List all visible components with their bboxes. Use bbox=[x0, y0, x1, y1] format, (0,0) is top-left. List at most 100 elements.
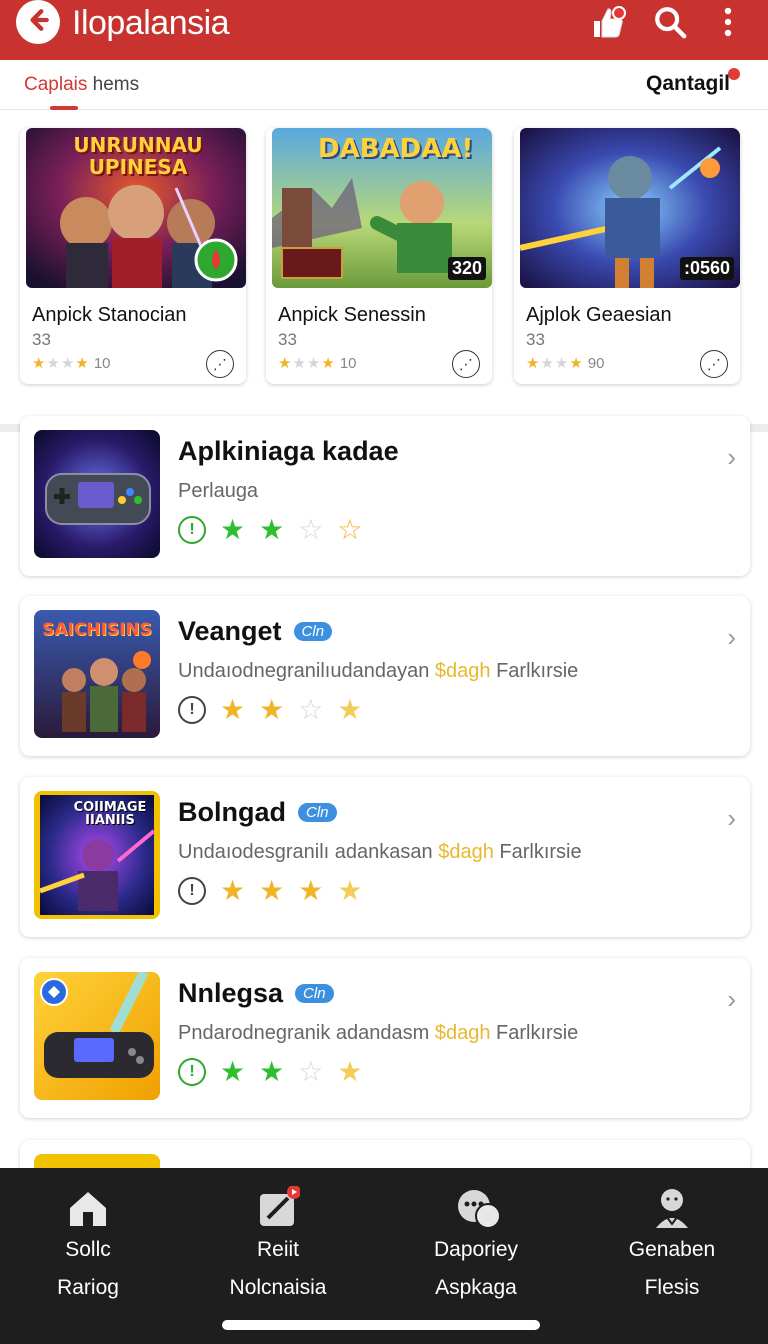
desc-tail: Farlkırsie bbox=[496, 1022, 579, 1044]
featured-action-button[interactable]: ⋰ bbox=[206, 350, 234, 378]
list-item-rating-row: ! ★ ★ ★ ★ bbox=[178, 877, 362, 905]
list-item-description: Perlauga bbox=[178, 480, 259, 502]
list-item-title: Bolngad bbox=[178, 797, 286, 827]
featured-rating: ★ ★ ★ ★ 10 bbox=[278, 354, 357, 373]
home-indicator[interactable] bbox=[222, 1320, 540, 1330]
chevron-right-icon: › bbox=[727, 622, 736, 652]
list-item-thumbnail: COIIMAGE IIANIIS bbox=[34, 791, 160, 919]
list-item-title-row: Aplkiniaga kadae bbox=[178, 436, 399, 467]
list-item[interactable]: SAICHISINS Veanget Cln Undaıodnegranilıu… bbox=[20, 596, 750, 756]
featured-rating-value: 90 bbox=[587, 354, 605, 372]
nav-sublabel: Nolcnaisia bbox=[229, 1276, 327, 1299]
list-item[interactable]: COIIMAGE IIANIIS Bolngad Cln Undaıodesgr… bbox=[20, 777, 750, 937]
list-item-title: Aplkiniaga kadae bbox=[178, 436, 399, 466]
featured-section: UNRUNNAU UPINESA Anpick Stanocian 33 ★ ★ ★… bbox=[0, 110, 768, 430]
tab-active-label-part2: hems bbox=[87, 74, 140, 95]
arrow-left-icon bbox=[25, 7, 51, 38]
featured-thumb-badge: 320 bbox=[447, 257, 486, 280]
nav-label: Reiit bbox=[256, 1238, 299, 1261]
featured-subtitle: 33 bbox=[32, 330, 51, 349]
star-icon: ★ bbox=[32, 355, 46, 372]
list-item-description: Pndarodnegranik adandasm $dagh Farlkırsi… bbox=[178, 1022, 578, 1045]
list-item[interactable]: Aplkiniaga kadae Perlauga ! ★ ★ ☆ ☆ › bbox=[20, 416, 750, 576]
desc-price: $dagh bbox=[434, 660, 491, 682]
featured-thumbnail: DABADAA! 320 bbox=[272, 128, 492, 288]
list-item-title: Nnlegsa bbox=[178, 978, 284, 1008]
info-icon[interactable]: ! bbox=[178, 1058, 206, 1086]
star-icon: ★ bbox=[554, 355, 569, 372]
featured-thumb-text: DABADAA! bbox=[318, 134, 474, 164]
search-button[interactable] bbox=[650, 4, 690, 44]
star-icon: ★ bbox=[540, 355, 554, 372]
list-item-rating-row: ! ★ ★ ☆ ★ bbox=[178, 696, 362, 724]
featured-subtitle: 33 bbox=[526, 330, 545, 349]
list-item-title: Veanget bbox=[178, 616, 282, 646]
featured-thumb-text: UNRUNNAU UPINESA bbox=[73, 133, 203, 179]
tab-active[interactable]: Caplais hems bbox=[24, 74, 139, 96]
list-item-thumbnail bbox=[34, 972, 160, 1100]
chevron-right-icon: › bbox=[727, 803, 736, 833]
star-icon: ★ bbox=[259, 875, 285, 906]
list-item-rating-row: ! ★ ★ ☆ ★ bbox=[178, 1058, 362, 1086]
featured-rating: ★ ★ ★ ★ 10 bbox=[32, 354, 111, 373]
star-icon: ★ bbox=[569, 355, 583, 372]
desc-text: Undaıodnegranilıudandayan bbox=[178, 660, 430, 682]
list-item-rating-row: ! ★ ★ ☆ ☆ bbox=[178, 516, 362, 544]
bottom-navigation: Sollc Rariog Reiit Nolcnaisia Daporiey A… bbox=[0, 1168, 768, 1344]
edit-notification-icon bbox=[256, 1185, 301, 1230]
list-item-badge: Cln bbox=[295, 984, 334, 1003]
back-button[interactable] bbox=[16, 0, 60, 44]
desc-price: $dagh bbox=[438, 841, 494, 863]
notifications-button[interactable] bbox=[588, 4, 628, 44]
tab-bar: Caplais hems Qantagil bbox=[0, 60, 768, 110]
star-icon: ★ bbox=[337, 694, 363, 725]
featured-card[interactable]: :0560 Ajplok Geaesian 33 ★ ★ ★ ★ 90 ⋰ bbox=[514, 128, 740, 384]
info-icon[interactable]: ! bbox=[178, 696, 206, 724]
desc-tail: Farlkırsie bbox=[499, 841, 582, 863]
chevron-right-icon: › bbox=[727, 984, 736, 1014]
featured-title: Anpick Senessin bbox=[278, 304, 426, 326]
featured-card[interactable]: DABADAA! 320 Anpick Senessin 33 ★ ★ ★ ★ 10 … bbox=[266, 128, 492, 384]
desc-text: Pndarodnegranik adandasm bbox=[178, 1022, 430, 1044]
list-thumb-text: SAICHISINS bbox=[42, 620, 152, 640]
featured-card[interactable]: UNRUNNAU UPINESA Anpick Stanocian 33 ★ ★ ★… bbox=[20, 128, 246, 384]
featured-rating-value: 10 bbox=[93, 354, 111, 372]
star-icon: ★ bbox=[220, 875, 246, 906]
list-item-thumbnail bbox=[34, 430, 160, 558]
nav-item-chat[interactable]: Daporiey Aspkaga bbox=[396, 1186, 556, 1300]
featured-subtitle: 33 bbox=[278, 330, 297, 349]
info-icon[interactable]: ! bbox=[178, 516, 206, 544]
star-outline-icon: ☆ bbox=[337, 514, 363, 545]
nav-label: Genaben bbox=[628, 1238, 716, 1261]
nav-item-profile[interactable]: Genaben Flesis bbox=[592, 1186, 752, 1300]
featured-action-button[interactable]: ⋰ bbox=[452, 350, 480, 378]
nav-item-edit[interactable]: Reiit Nolcnaisia bbox=[198, 1185, 358, 1300]
gamepad-icon: ⋰ bbox=[459, 355, 473, 372]
list-item[interactable]: Nnlegsa Cln Pndarodnegranik adandasm $da… bbox=[20, 958, 750, 1118]
list-item-badge: Cln bbox=[298, 803, 337, 822]
more-options-button[interactable] bbox=[708, 4, 748, 44]
star-outline-icon: ☆ bbox=[298, 514, 324, 545]
page-title: Ilopalansia bbox=[72, 4, 230, 42]
star-icon: ★ bbox=[259, 1056, 285, 1087]
list-item-title-row: Bolngad Cln bbox=[178, 797, 337, 828]
tab-active-label-part1: Caplais bbox=[24, 74, 88, 95]
nav-item-home[interactable]: Sollc Rariog bbox=[8, 1186, 168, 1300]
star-icon: ★ bbox=[526, 355, 540, 372]
desc-tail: Farlkırsie bbox=[496, 660, 579, 682]
star-icon: ★ bbox=[337, 875, 363, 906]
featured-thumb-badge: :0560 bbox=[679, 257, 734, 280]
chevron-right-icon: › bbox=[727, 442, 736, 472]
featured-thumbnail: :0560 bbox=[520, 128, 740, 288]
star-outline-icon: ☆ bbox=[298, 694, 324, 725]
featured-action-button[interactable]: ⋰ bbox=[700, 350, 728, 378]
star-outline-icon: ☆ bbox=[298, 1056, 324, 1087]
nav-sublabel: Flesis bbox=[644, 1276, 700, 1299]
list-item-title-row: Veanget Cln bbox=[178, 616, 333, 647]
tab-right[interactable]: Qantagil bbox=[646, 68, 744, 96]
star-icon: ★ bbox=[259, 694, 285, 725]
nav-sublabel: Rariog bbox=[57, 1276, 119, 1299]
star-icon: ★ bbox=[298, 875, 324, 906]
info-icon[interactable]: ! bbox=[178, 877, 206, 905]
star-icon: ★ bbox=[220, 694, 246, 725]
